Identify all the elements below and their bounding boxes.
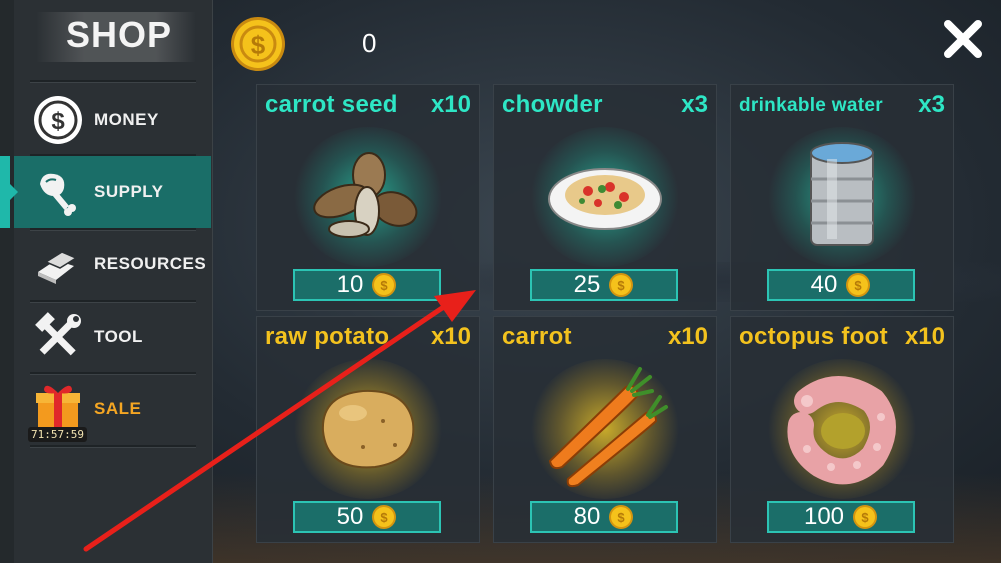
sidebar-item-tool[interactable]: TOOL xyxy=(14,301,211,373)
item-price: 50 xyxy=(336,503,364,530)
svg-text:$: $ xyxy=(251,30,266,60)
octopus-tentacle-icon xyxy=(787,376,896,485)
item-quantity: x10 xyxy=(904,323,945,350)
item-name: carrot seed xyxy=(265,91,398,118)
close-icon[interactable] xyxy=(940,16,986,62)
divider xyxy=(30,80,196,83)
item-name: chowder xyxy=(502,91,603,118)
sidebar-item-supply[interactable]: SUPPLY xyxy=(0,156,211,228)
item-quantity: x10 xyxy=(430,91,471,118)
water-can-icon xyxy=(810,142,874,246)
item-card-chowder[interactable]: chowder x3 25 $ xyxy=(493,84,717,311)
item-name: raw potato xyxy=(265,323,390,350)
seeds-icon xyxy=(313,152,418,238)
gold-coin-icon: $ xyxy=(846,273,871,297)
buy-button[interactable]: 50 $ xyxy=(293,501,441,533)
svg-text:$: $ xyxy=(381,278,389,293)
gift-box-icon xyxy=(36,385,80,427)
svg-text:$: $ xyxy=(861,510,869,525)
gold-coin-icon: $ xyxy=(231,17,285,71)
item-name: carrot xyxy=(502,323,572,350)
svg-text:$: $ xyxy=(855,278,863,293)
sidebar-item-label: RESOURCES xyxy=(94,254,207,273)
sidebar-item-label: MONEY xyxy=(94,110,159,129)
meat-leg-icon xyxy=(40,173,76,216)
sidebar-item-money[interactable]: $ MONEY xyxy=(14,84,211,156)
gold-coin-icon: $ xyxy=(372,273,397,297)
sidebar-edge xyxy=(0,0,14,563)
gold-coin-icon: $ xyxy=(853,505,878,529)
hammer-wrench-icon xyxy=(35,312,81,356)
sidebar-item-label: SUPPLY xyxy=(94,182,164,201)
item-price: 40 xyxy=(810,271,838,298)
potato-icon xyxy=(321,389,415,469)
item-price: 25 xyxy=(573,271,601,298)
svg-text:$: $ xyxy=(618,278,626,293)
pasta-plate-icon xyxy=(548,168,662,230)
buy-button[interactable]: 25 $ xyxy=(530,269,678,301)
item-name: octopus foot xyxy=(739,323,888,350)
buy-button[interactable]: 40 $ xyxy=(767,269,915,301)
shop-title: SHOP xyxy=(66,14,173,55)
coin-balance: 0 xyxy=(362,28,377,58)
sidebar-item-sale[interactable]: 71:57:59 SALE xyxy=(14,373,211,445)
item-card-carrot-seed[interactable]: carrot seed x10 10 $ xyxy=(256,84,480,311)
item-card-octopus-foot[interactable]: octopus foot x10 100 $ xyxy=(730,316,954,543)
divider xyxy=(30,445,196,448)
sidebar: SHOP $ MONEY SUPPLY RESOURCES TOOL 71:57… xyxy=(0,0,213,563)
item-card-drinkable-water[interactable]: drinkable water x3 40 $ xyxy=(730,84,954,311)
gold-coin-icon: $ xyxy=(609,505,634,529)
item-quantity: x3 xyxy=(918,91,945,118)
materials-icon xyxy=(38,251,78,284)
sidebar-item-label: TOOL xyxy=(94,327,143,346)
buy-button[interactable]: 80 $ xyxy=(530,501,678,533)
sale-timer: 71:57:59 xyxy=(28,427,87,442)
item-card-raw-potato[interactable]: raw potato x10 50 $ xyxy=(256,316,480,543)
item-name: drinkable water xyxy=(739,95,883,116)
gold-coin-icon: $ xyxy=(372,505,397,529)
svg-text:$: $ xyxy=(381,510,389,525)
item-quantity: x10 xyxy=(430,323,471,350)
item-price: 100 xyxy=(803,503,845,530)
dollar-coin-icon: $ xyxy=(34,96,82,144)
item-quantity: x3 xyxy=(681,91,708,118)
item-quantity: x10 xyxy=(667,323,708,350)
carrot-icon xyxy=(548,367,668,488)
sidebar-item-resources[interactable]: RESOURCES xyxy=(14,228,211,300)
item-card-carrot[interactable]: carrot x10 80 $ xyxy=(493,316,717,543)
item-price: 80 xyxy=(573,503,601,530)
sidebar-item-label: SALE xyxy=(94,399,142,418)
item-price: 10 xyxy=(336,271,364,298)
buy-button[interactable]: 10 $ xyxy=(293,269,441,301)
svg-text:$: $ xyxy=(618,510,626,525)
buy-button[interactable]: 100 $ xyxy=(767,501,915,533)
gold-coin-icon: $ xyxy=(609,273,634,297)
svg-text:$: $ xyxy=(51,108,65,135)
